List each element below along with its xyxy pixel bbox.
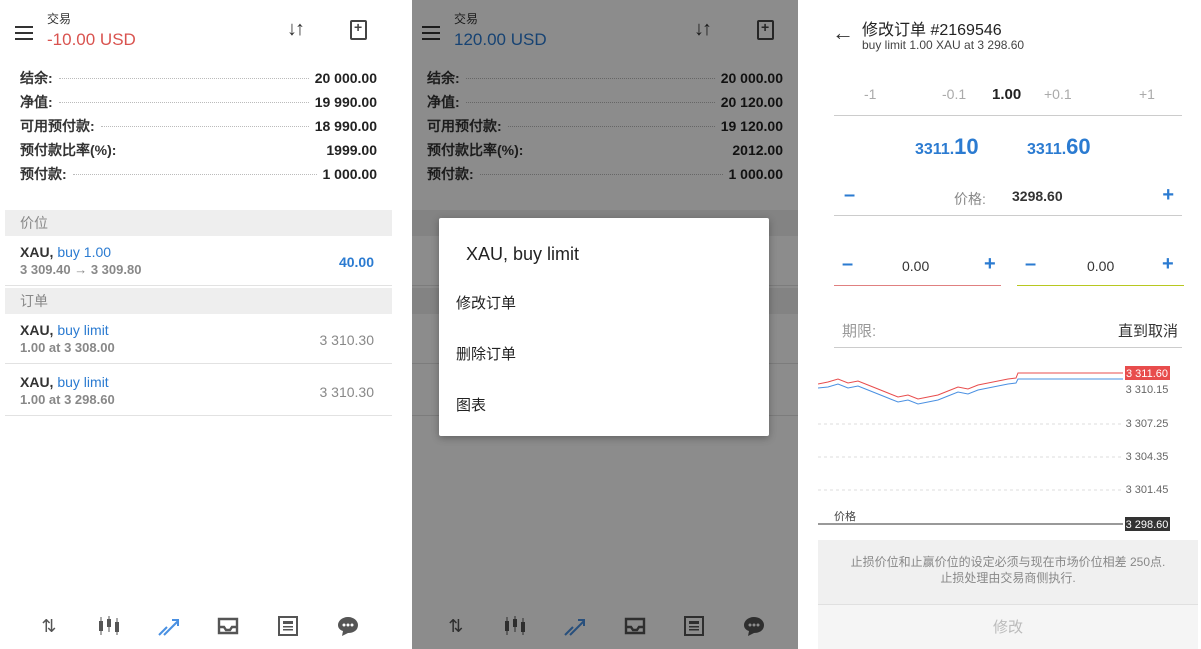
chart-label: 3 301.45 bbox=[1126, 484, 1169, 496]
summary-label: 可用预付款: bbox=[20, 118, 95, 134]
header-title: 交易 bbox=[47, 12, 72, 26]
chart-label: 3 311.60 bbox=[1126, 368, 1168, 380]
positions-header: 价位 bbox=[5, 210, 392, 236]
expiry-value: 直到取消 bbox=[1117, 323, 1178, 340]
sl-increase-button[interactable]: + bbox=[984, 253, 996, 276]
take-profit-field: – 0.00 + bbox=[1017, 250, 1184, 286]
bid-line bbox=[818, 378, 1123, 405]
price-decrease-button[interactable]: – bbox=[844, 184, 855, 207]
trade-header: 交易 -10.00 USD ↓↑ bbox=[5, 0, 392, 58]
sl-decrease-button[interactable]: – bbox=[842, 253, 853, 276]
tp-decrease-button[interactable]: – bbox=[1025, 253, 1036, 276]
price-input[interactable]: 3298.60 bbox=[1012, 188, 1063, 204]
note-line-2: 止损处理由交易商侧执行. bbox=[940, 571, 1076, 585]
trade-icon[interactable] bbox=[156, 614, 182, 638]
price-increase-button[interactable]: + bbox=[1162, 184, 1174, 207]
ask-price-big: 60 bbox=[1066, 134, 1091, 159]
tp-increase-button[interactable]: + bbox=[1162, 253, 1174, 276]
dialog-title: XAU, buy limit bbox=[466, 244, 580, 264]
chart-label: 3 310.15 bbox=[1126, 384, 1169, 396]
summary-value: 19 990.00 bbox=[314, 94, 377, 110]
position-profit: 40.00 bbox=[338, 254, 374, 270]
order-side: buy limit bbox=[57, 374, 109, 390]
bid-price-prefix: 3311. bbox=[915, 141, 955, 158]
volume-plus-0-1[interactable]: +0.1 bbox=[1044, 86, 1072, 102]
order-action-dialog: XAU, buy limit 修改订单 删除订单 图表 bbox=[439, 218, 769, 436]
position-row[interactable]: XAU, buy 1.00 3 309.40 → 3 309.80 40.00 bbox=[5, 236, 392, 286]
history-inbox-icon[interactable] bbox=[215, 614, 241, 638]
summary-row: 预付款: 1 000.00 bbox=[20, 162, 377, 186]
orders-header: 订单 bbox=[5, 288, 392, 314]
quotes-icon[interactable]: ⇅ bbox=[36, 614, 62, 638]
order-detail: 1.00 at 3 308.00 bbox=[20, 340, 115, 355]
order-current-price: 3 310.30 bbox=[319, 384, 375, 400]
summary-value: 20 000.00 bbox=[314, 70, 377, 86]
price-field: – 价格: 3298.60 + bbox=[834, 180, 1182, 216]
chart-label: 3 304.35 bbox=[1126, 451, 1169, 463]
delete-order-option[interactable]: 删除订单 bbox=[456, 343, 516, 364]
order-symbol: XAU, bbox=[20, 322, 54, 338]
modify-order-option[interactable]: 修改订单 bbox=[456, 292, 516, 313]
modify-button[interactable]: 修改 bbox=[818, 604, 1198, 649]
ask-price-prefix: 3311. bbox=[1027, 141, 1067, 158]
trade-screen-with-dialog: 交易 120.00 USD ↓↑ 结余:20 000.00 净值:20 120.… bbox=[412, 0, 798, 649]
trade-screen: 交易 -10.00 USD ↓↑ 结余: 20 000.00 净值: 19 990.… bbox=[5, 0, 392, 649]
menu-icon[interactable] bbox=[15, 26, 33, 40]
tp-input[interactable]: 0.00 bbox=[1087, 258, 1114, 274]
back-arrow-icon[interactable]: ← bbox=[832, 20, 854, 46]
note-line-1: 止损价位和止赢价位的设定必须与现在市场价位相差 250点. bbox=[850, 555, 1166, 569]
volume-value[interactable]: 1.00 bbox=[992, 86, 1021, 103]
chart-price-label: 价格 bbox=[834, 509, 856, 523]
order-row[interactable]: XAU, buy limit 1.00 at 3 308.00 3 310.30 bbox=[5, 314, 392, 364]
modify-order-screen: ← 修改订单 #2169546 buy limit 1.00 XAU at 3 … bbox=[818, 0, 1198, 649]
summary-label: 结余: bbox=[20, 70, 53, 86]
chart-label: 3 298.60 bbox=[1126, 519, 1169, 531]
new-order-icon[interactable] bbox=[350, 19, 367, 40]
volume-selector: -1 -0.1 1.00 +0.1 +1 bbox=[834, 86, 1182, 116]
volume-plus-1[interactable]: +1 bbox=[1139, 86, 1155, 102]
summary-row: 可用预付款: 18 990.00 bbox=[20, 114, 377, 138]
order-side: buy limit bbox=[57, 322, 109, 338]
order-current-price: 3 310.30 bbox=[319, 332, 375, 348]
volume-minus-0-1[interactable]: -0.1 bbox=[942, 86, 966, 102]
chart-label: 3 307.25 bbox=[1126, 418, 1169, 430]
summary-row: 预付款比率(%): 1999.00 bbox=[20, 138, 377, 162]
position-symbol: XAU, bbox=[20, 244, 54, 260]
expiry-label: 期限: bbox=[842, 323, 877, 340]
chart-option[interactable]: 图表 bbox=[456, 394, 486, 415]
position-side: buy 1.00 bbox=[57, 244, 112, 260]
stop-loss-field: – 0.00 + bbox=[834, 250, 1001, 286]
summary-row: 结余: 20 000.00 bbox=[20, 66, 377, 90]
bid-price-big: 10 bbox=[954, 134, 979, 159]
position-detail: 3 309.40 → 3 309.80 bbox=[20, 262, 142, 277]
summary-value: 1999.00 bbox=[326, 142, 377, 158]
bottom-nav: ⇅ bbox=[5, 603, 392, 649]
header-balance: -10.00 USD bbox=[47, 30, 136, 49]
order-symbol: XAU, bbox=[20, 374, 54, 390]
summary-value: 18 990.00 bbox=[314, 118, 377, 134]
chart-candles-icon[interactable] bbox=[96, 614, 122, 638]
sort-icon[interactable]: ↓↑ bbox=[287, 18, 305, 41]
sl-input[interactable]: 0.00 bbox=[902, 258, 929, 274]
account-summary: 结余: 20 000.00 净值: 19 990.00 可用预付款: 18 990.0… bbox=[5, 66, 392, 186]
bid-price: 3311.10 bbox=[915, 134, 979, 160]
price-chart: 3 311.60 3 310.15 3 307.25 3 304.35 3 30… bbox=[818, 366, 1170, 531]
volume-minus-1[interactable]: -1 bbox=[864, 86, 876, 102]
page-title: 修改订单 #2169546 bbox=[862, 22, 1002, 39]
price-label: 价格: bbox=[954, 191, 986, 207]
ask-price: 3311.60 bbox=[1027, 134, 1091, 160]
stop-level-note: 止损价位和止赢价位的设定必须与现在市场价位相差 250点. 止损处理由交易商侧执… bbox=[818, 540, 1198, 604]
page-subtitle: buy limit 1.00 XAU at 3 298.60 bbox=[862, 38, 1025, 52]
order-detail: 1.00 at 3 298.60 bbox=[20, 392, 115, 407]
ask-line bbox=[818, 372, 1123, 400]
summary-row: 净值: 19 990.00 bbox=[20, 90, 377, 114]
order-row[interactable]: XAU, buy limit 1.00 at 3 298.60 3 310.30 bbox=[5, 366, 392, 416]
chat-icon[interactable] bbox=[335, 614, 361, 638]
news-icon[interactable] bbox=[275, 614, 301, 638]
summary-label: 预付款比率(%): bbox=[20, 142, 117, 158]
summary-label: 预付款: bbox=[20, 166, 67, 182]
summary-value: 1 000.00 bbox=[322, 166, 378, 182]
summary-label: 净值: bbox=[20, 94, 53, 110]
expiry-select[interactable]: 期限: 直到取消 bbox=[834, 318, 1182, 348]
